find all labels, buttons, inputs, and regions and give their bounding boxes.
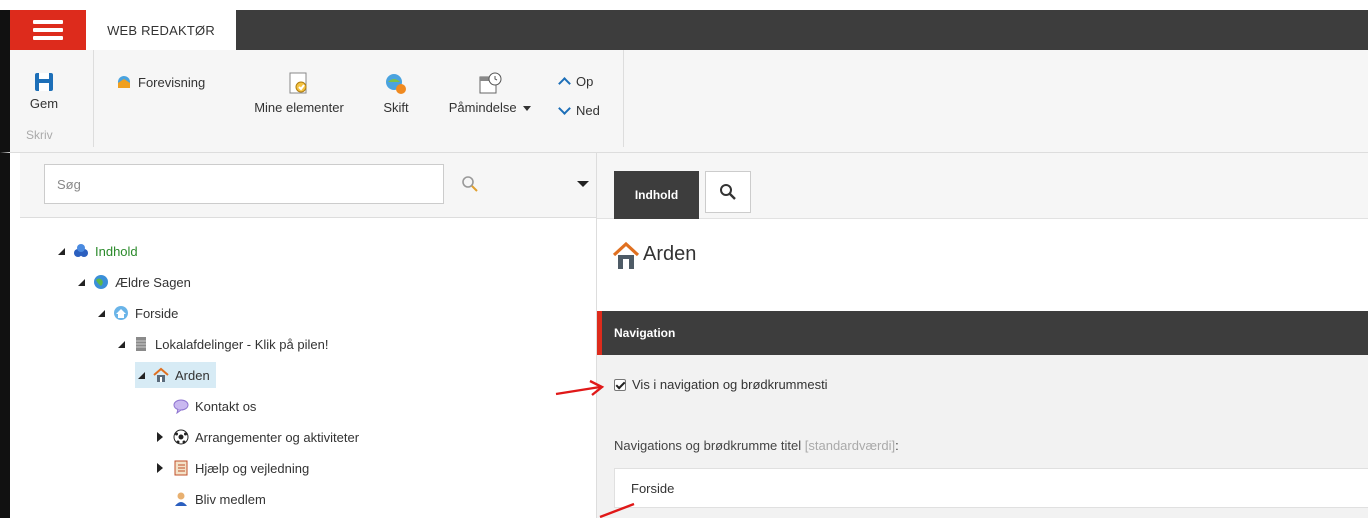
- tree-node-arden[interactable]: Arden: [135, 362, 216, 388]
- tree-node-label: Ældre Sagen: [115, 274, 191, 290]
- annotation-arrow-icon: [599, 502, 635, 518]
- chevron-down-icon: [558, 102, 571, 115]
- tree-node-indhold[interactable]: Indhold: [55, 238, 138, 264]
- tab-search[interactable]: [705, 171, 751, 213]
- navigation-title-label: Navigations og brødkrumme titel [standar…: [614, 438, 899, 453]
- ribbon-group-write: Gem Skriv: [10, 50, 94, 147]
- search-icon[interactable]: [461, 175, 479, 193]
- calendar-clock-icon: [479, 72, 502, 94]
- save-button[interactable]: Gem: [24, 72, 64, 111]
- chevron-up-icon: [558, 77, 571, 90]
- expand-toggle-icon[interactable]: [95, 308, 105, 318]
- tree-node-label: Arrangementer og aktiviteter: [195, 429, 360, 445]
- top-strip: [0, 0, 1368, 10]
- ribbon: Gem Skriv Forevisning Mine elementer Ski…: [0, 50, 1368, 153]
- tab-content[interactable]: Indhold: [614, 171, 699, 219]
- tree-search-input[interactable]: [44, 164, 444, 204]
- home-globe-icon: [113, 305, 129, 321]
- tree-node-kontakt-os[interactable]: Kontakt os: [173, 393, 256, 419]
- navigation-fields: Vis i navigation og brødkrummesti Naviga…: [597, 355, 1368, 518]
- expand-toggle-icon[interactable]: [155, 432, 165, 442]
- tree-search-bar: [20, 153, 607, 218]
- show-in-navigation-checkbox[interactable]: [614, 378, 626, 391]
- switch-globe-icon: [386, 74, 406, 94]
- database-icon: [133, 336, 149, 352]
- tree-node-label: Arden: [175, 367, 210, 383]
- my-items-document-icon: [289, 72, 307, 94]
- document-list-icon: [173, 460, 189, 476]
- chevron-down-icon: [523, 106, 532, 112]
- reminder-button[interactable]: Påmindelse: [440, 72, 540, 115]
- home-icon: [153, 367, 169, 383]
- expand-toggle-icon[interactable]: [155, 463, 165, 473]
- content-tree: Indhold Ældre Sagen Forside Lokalafdelin…: [20, 218, 607, 518]
- preview-globe-icon: [118, 76, 130, 88]
- app-tab-web-editor[interactable]: WEB REDAKTØR: [86, 10, 236, 50]
- soccer-ball-icon: [173, 429, 189, 445]
- hamburger-icon: [33, 20, 63, 40]
- default-value-hint: [standardværdi]: [804, 438, 896, 453]
- checkbox-label: Vis i navigation og brødkrummesti: [632, 377, 828, 392]
- tree-node-lokalafdelinger[interactable]: Lokalafdelinger - Klik på pilen!: [115, 331, 328, 357]
- tree-node-label: Bliv medlem: [195, 491, 266, 507]
- my-items-button[interactable]: Mine elementer: [244, 72, 354, 115]
- tree-node-aeldre-sagen[interactable]: Ældre Sagen: [75, 269, 191, 295]
- navigation-title-input[interactable]: [614, 468, 1368, 508]
- tree-node-arrangementer[interactable]: Arrangementer og aktiviteter: [155, 424, 359, 450]
- annotation-arrow-icon: [555, 379, 605, 396]
- save-button-label: Gem: [29, 96, 59, 111]
- speech-bubble-icon: [173, 398, 189, 414]
- expand-toggle-icon[interactable]: [115, 339, 125, 349]
- search-options-caret-icon[interactable]: [577, 181, 589, 187]
- reminder-button-label: Påmindelse: [440, 100, 540, 115]
- move-up-label: Op: [576, 74, 594, 89]
- globe-icon: [93, 274, 109, 290]
- editor-tabbar: Indhold: [597, 153, 1368, 219]
- preview-button[interactable]: Forevisning: [116, 74, 205, 90]
- tree-node-label: Indhold: [95, 243, 138, 259]
- switch-button[interactable]: Skift: [378, 72, 414, 115]
- section-header-navigation[interactable]: Navigation: [597, 311, 1368, 355]
- content-tree-panel: Indhold Ældre Sagen Forside Lokalafdelin…: [0, 153, 607, 518]
- search-icon: [720, 184, 736, 200]
- show-in-navigation-checkbox-row[interactable]: Vis i navigation og brødkrummesti: [614, 377, 828, 392]
- ribbon-group-label-write: Skriv: [26, 128, 53, 142]
- section-title: Navigation: [614, 326, 676, 340]
- tree-node-hjaelp[interactable]: Hjælp og vejledning: [155, 455, 309, 481]
- user-icon: [173, 491, 189, 507]
- page-header: Arden: [597, 219, 1368, 311]
- preview-button-label: Forevisning: [138, 74, 206, 90]
- content-root-icon: [73, 243, 89, 259]
- tree-node-label: Forside: [135, 305, 179, 321]
- tree-node-forside[interactable]: Forside: [95, 300, 178, 326]
- move-down-label: Ned: [576, 103, 600, 118]
- move-up-button[interactable]: Op: [558, 74, 594, 90]
- switch-button-label: Skift: [383, 100, 409, 115]
- tree-node-bliv-medlem[interactable]: Bliv medlem: [173, 486, 266, 512]
- expand-toggle-icon[interactable]: [135, 370, 145, 380]
- expand-toggle-icon[interactable]: [55, 246, 65, 256]
- tree-node-label: Kontakt os: [195, 398, 257, 414]
- editor-panel: Indhold Arden Navigation Vis i navigatio…: [597, 153, 1368, 518]
- tree-node-label: Hjælp og vejledning: [195, 460, 310, 476]
- tree-node-label: Lokalafdelinger - Klik på pilen!: [155, 336, 329, 352]
- my-items-button-label: Mine elementer: [254, 100, 344, 115]
- ribbon-group-actions: Forevisning Mine elementer Skift Påminde…: [94, 50, 624, 147]
- move-down-button[interactable]: Ned: [558, 102, 600, 118]
- floppy-disk-icon: [35, 73, 53, 91]
- home-icon: [612, 241, 640, 269]
- page-title: Arden: [643, 243, 697, 265]
- expand-toggle-icon[interactable]: [75, 277, 85, 287]
- hamburger-menu-button[interactable]: [10, 10, 86, 50]
